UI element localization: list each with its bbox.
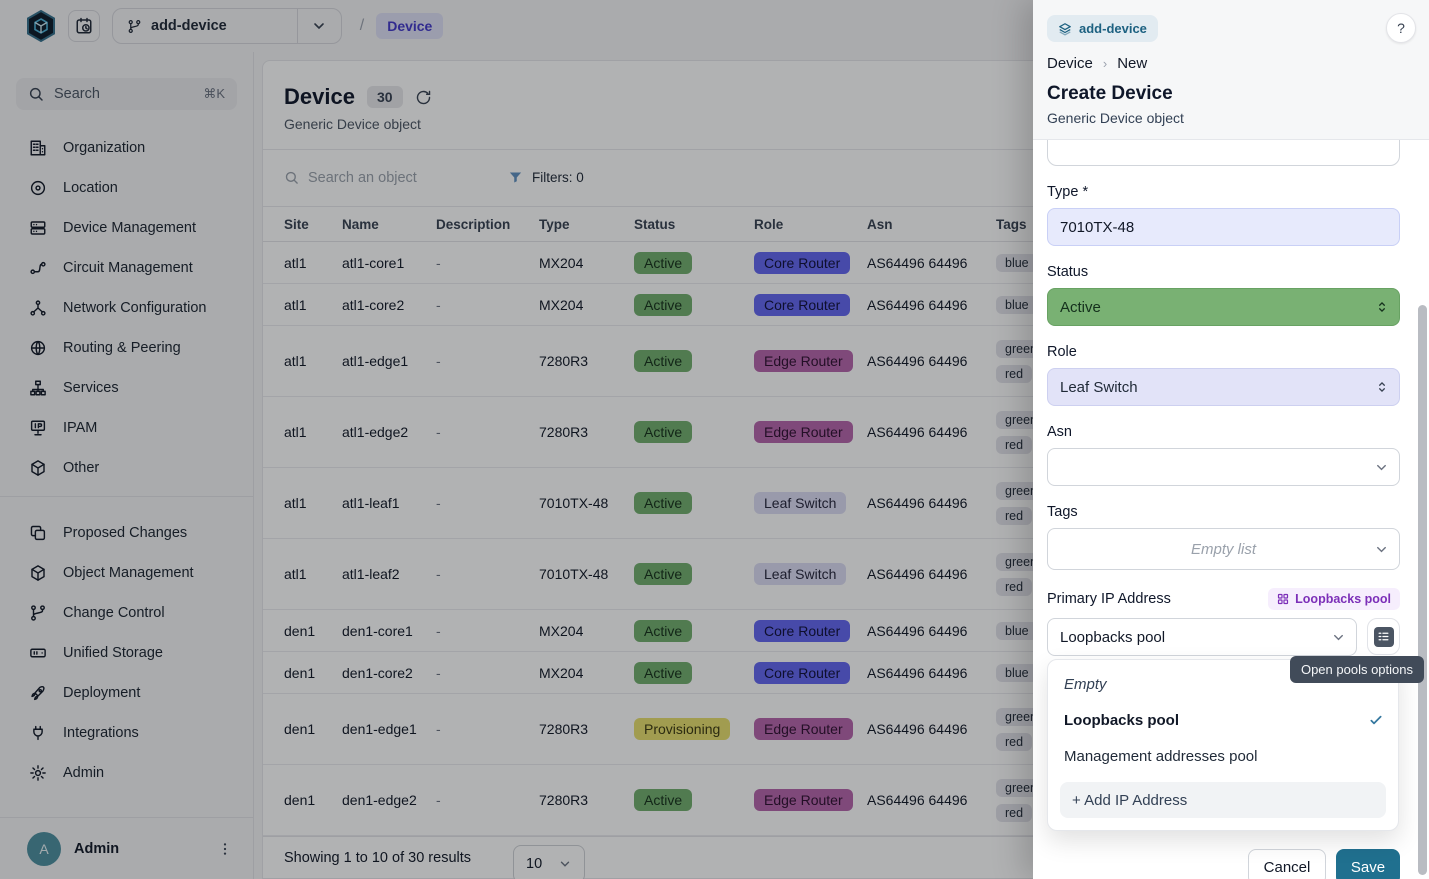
chevron-updown-icon xyxy=(1375,380,1389,394)
asn-select[interactable] xyxy=(1047,448,1400,486)
tags-select[interactable]: Empty list xyxy=(1047,528,1400,570)
role-select[interactable]: Leaf Switch xyxy=(1047,368,1400,406)
pool-badge: Loopbacks pool xyxy=(1268,588,1400,610)
dropdown-option-label: Management addresses pool xyxy=(1064,748,1257,765)
primary-ip-value: Loopbacks pool xyxy=(1060,629,1165,646)
dropdown-option[interactable]: Loopbacks pool xyxy=(1048,702,1398,738)
type-label: Type * xyxy=(1047,184,1400,200)
type-value: 7010TX-48 xyxy=(1060,219,1134,236)
cancel-button[interactable]: Cancel xyxy=(1248,849,1326,879)
check-icon xyxy=(1368,712,1384,728)
save-button[interactable]: Save xyxy=(1336,849,1400,879)
primary-ip-label: Primary IP Address xyxy=(1047,591,1171,607)
breadcrumb-chevron: › xyxy=(1103,56,1107,71)
status-label: Status xyxy=(1047,264,1400,280)
description-field-partial[interactable] xyxy=(1047,140,1400,166)
drawer-branch-badge[interactable]: add-device xyxy=(1047,15,1158,42)
drawer-branch-name: add-device xyxy=(1079,21,1147,36)
dropdown-option[interactable]: Management addresses pool xyxy=(1048,738,1398,774)
primary-ip-select[interactable]: Loopbacks pool xyxy=(1047,618,1357,656)
role-label: Role xyxy=(1047,344,1400,360)
drawer-subtitle: Generic Device object xyxy=(1047,110,1415,126)
type-input[interactable]: 7010TX-48 xyxy=(1047,208,1400,246)
primary-ip-dropdown: Empty Loopbacks poolManagement addresses… xyxy=(1047,659,1399,831)
chevron-down-icon xyxy=(1331,630,1346,645)
tags-label: Tags xyxy=(1047,504,1400,520)
asn-label: Asn xyxy=(1047,424,1400,440)
open-pools-options-button[interactable] xyxy=(1367,618,1400,655)
drawer-breadcrumb: Device › New xyxy=(1047,55,1415,72)
drawer-header: add-device ? Device › New Create Device … xyxy=(1033,0,1429,140)
chevron-down-icon xyxy=(1374,542,1389,557)
drawer-scrollbar[interactable] xyxy=(1418,305,1427,875)
role-value: Leaf Switch xyxy=(1060,379,1138,396)
status-value: Active xyxy=(1060,299,1101,316)
list-details-icon xyxy=(1377,630,1390,643)
drawer-title: Create Device xyxy=(1047,83,1415,105)
chevron-down-icon xyxy=(1374,460,1389,475)
pools-options-tooltip: Open pools options xyxy=(1290,656,1424,683)
layers-icon xyxy=(1058,22,1072,36)
create-device-drawer: add-device ? Device › New Create Device … xyxy=(1033,0,1429,879)
breadcrumb-parent[interactable]: Device xyxy=(1047,55,1093,72)
create-device-form: Type * 7010TX-48 Status Active Role Leaf… xyxy=(1033,140,1429,879)
dropdown-option-label: Loopbacks pool xyxy=(1064,712,1179,729)
breadcrumb-current: New xyxy=(1117,55,1147,72)
add-ip-address-button[interactable]: + Add IP Address xyxy=(1060,782,1386,818)
chevron-updown-icon xyxy=(1375,300,1389,314)
help-button[interactable]: ? xyxy=(1386,13,1416,43)
grid-icon xyxy=(1277,593,1289,605)
tags-placeholder: Empty list xyxy=(1191,541,1256,558)
status-select[interactable]: Active xyxy=(1047,288,1400,326)
pool-badge-label: Loopbacks pool xyxy=(1295,592,1391,606)
